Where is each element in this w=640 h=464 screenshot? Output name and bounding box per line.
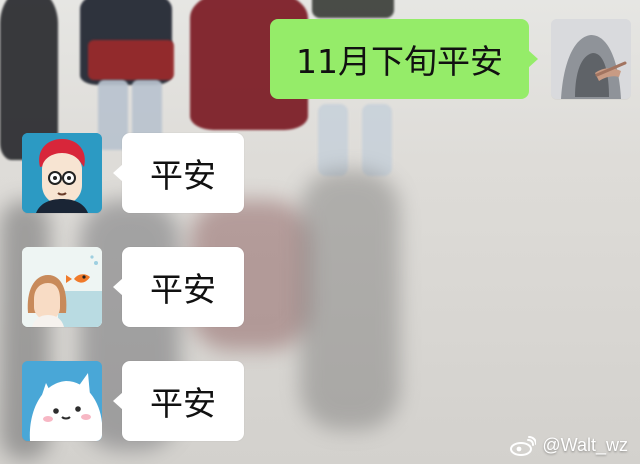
background-figure	[312, 0, 394, 18]
background-figure	[88, 40, 174, 80]
cat-cartoon-avatar	[22, 361, 102, 441]
background-figure	[362, 104, 392, 176]
watermark-text: @Walt_wz	[542, 435, 628, 455]
background-figure	[132, 80, 162, 140]
weibo-icon	[510, 435, 537, 456]
girl-goldfish-avatar	[22, 247, 102, 327]
sent-message-bubble[interactable]: 11月下旬平安	[270, 19, 538, 99]
sent-message-row: 11月下旬平安	[270, 19, 631, 99]
reply-avatar[interactable]	[22, 133, 102, 213]
reply-message-bubble[interactable]: 平安	[113, 133, 244, 213]
reply-message-row: 平安	[22, 361, 244, 441]
reply-message-bubble[interactable]: 平安	[113, 247, 244, 327]
sender-avatar[interactable]	[551, 19, 631, 99]
background-reflection	[300, 170, 400, 430]
reply-message-row: 平安	[22, 133, 244, 213]
background-figure	[318, 104, 348, 176]
reply-avatar[interactable]	[22, 361, 102, 441]
anime-boy-avatar	[22, 133, 102, 213]
watermark: @Walt_wz	[510, 435, 628, 456]
hooded-person-avatar	[551, 19, 631, 99]
reply-message-bubble[interactable]: 平安	[113, 361, 244, 441]
reply-message-row: 平安	[22, 247, 244, 327]
reply-avatar[interactable]	[22, 247, 102, 327]
